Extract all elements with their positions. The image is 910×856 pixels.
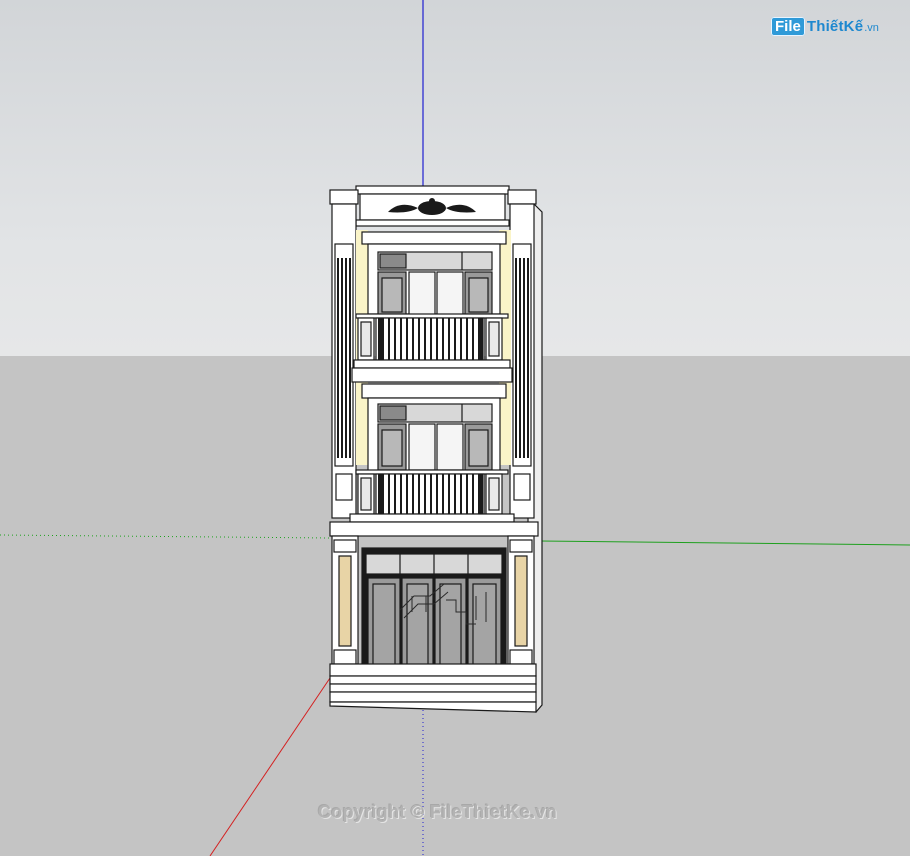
floor2-balcony-rail-top bbox=[355, 469, 509, 475]
ground-right-pier-base bbox=[509, 649, 533, 665]
step-1 bbox=[329, 675, 537, 685]
floor3-hood bbox=[361, 231, 507, 245]
floor2-slab bbox=[349, 513, 515, 523]
right-pilaster-cap bbox=[507, 189, 537, 205]
floor3-balcony-post-right-inner bbox=[488, 321, 500, 357]
floor3-slab-band bbox=[351, 367, 513, 383]
floor2-door-leaves bbox=[377, 423, 493, 471]
ground-left-pier-base bbox=[333, 649, 357, 665]
right-pilaster-box bbox=[513, 473, 531, 501]
left-pilaster-box bbox=[335, 473, 353, 501]
step-3 bbox=[329, 691, 537, 703]
red-axis-positive bbox=[209, 677, 331, 856]
floor3-slab bbox=[353, 359, 511, 369]
floor2-balcony-post-left-inner bbox=[360, 477, 372, 511]
ground-left-pier-panel bbox=[338, 555, 352, 647]
copyright-watermark: Copyright © FileThietKe.vn bbox=[318, 802, 558, 822]
base-slab bbox=[329, 701, 537, 713]
ground-right-pier-cap bbox=[509, 539, 533, 553]
green-axis-positive bbox=[539, 540, 910, 546]
step-2 bbox=[329, 683, 537, 693]
ground-left-pier-cap bbox=[333, 539, 357, 553]
floor3-door-leaves bbox=[377, 271, 493, 317]
floor2-transom-dark bbox=[379, 405, 407, 421]
modeling-viewport[interactable]: File ThiếtKế .vn Copyright © FileThietKe… bbox=[0, 0, 910, 856]
green-axis-negative bbox=[0, 534, 331, 539]
logo-name: ThiếtKế bbox=[806, 17, 864, 35]
floor2-hood bbox=[361, 383, 507, 399]
floor3-transom-dark bbox=[379, 253, 407, 269]
floor3-balcony-post-left-inner bbox=[360, 321, 372, 357]
logo-tld: .vn bbox=[864, 22, 879, 34]
filethietke-logo: File ThiếtKế .vn bbox=[771, 12, 879, 40]
left-pilaster-cap bbox=[329, 189, 359, 205]
floor2-slab-band bbox=[329, 521, 539, 537]
plinth bbox=[329, 663, 537, 677]
ground-right-pier-panel bbox=[514, 555, 528, 647]
parapet-ledge bbox=[355, 219, 510, 227]
townhouse-model[interactable] bbox=[329, 185, 543, 713]
floor2-balcony-post-right-inner bbox=[488, 477, 500, 511]
logo-file-badge: File bbox=[771, 16, 805, 36]
floor3-balcony-rail-top bbox=[355, 313, 509, 319]
parapet-cornice bbox=[355, 185, 510, 195]
scene-canvas[interactable] bbox=[0, 0, 910, 856]
